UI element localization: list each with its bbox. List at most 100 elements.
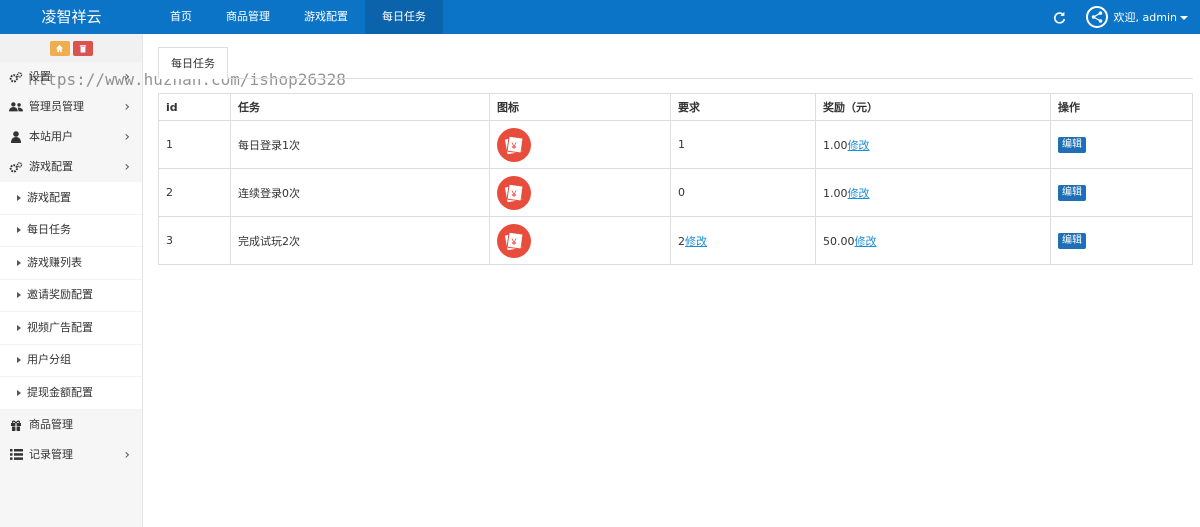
- svg-text:¥: ¥: [510, 141, 517, 151]
- cell-reward: 1.00修改: [815, 120, 1051, 169]
- svg-text:¥: ¥: [510, 189, 517, 199]
- sidebar-item-label: 本站用户: [29, 130, 73, 143]
- welcome-text: 欢迎, admin: [1113, 11, 1177, 24]
- users-icon: [9, 100, 23, 114]
- user-icon: [9, 130, 23, 144]
- sidebar-subitem-video-ads[interactable]: 视频广告配置: [0, 312, 142, 345]
- nav-products[interactable]: 商品管理: [209, 0, 287, 34]
- reward-value: 1.00: [823, 138, 848, 152]
- requirement-value: 0: [678, 186, 685, 199]
- cell-action: 编辑: [1050, 120, 1193, 169]
- tab-daily-tasks[interactable]: 每日任务: [158, 47, 228, 79]
- cell-task: 连续登录0次: [230, 168, 490, 217]
- header-action[interactable]: 操作: [1050, 93, 1193, 121]
- sidebar-item-records[interactable]: 记录管理 ›: [0, 440, 142, 470]
- chevron-right-icon: ›: [124, 129, 130, 145]
- header-task[interactable]: 任务: [230, 93, 490, 121]
- table-header-row: id 任务 图标 要求 奖励（元） 操作: [158, 93, 1193, 121]
- tasks-table: id 任务 图标 要求 奖励（元） 操作 1 每日登录1次 ¥ 1 1.00修改…: [158, 93, 1193, 265]
- sidebar-subitem-label: 游戏配置: [27, 190, 71, 204]
- home-button[interactable]: [49, 40, 70, 56]
- user-area: 欢迎, admin: [1052, 0, 1188, 34]
- sidebar-subitem-label: 每日任务: [27, 223, 71, 236]
- edit-requirement-link[interactable]: 修改: [685, 235, 707, 248]
- trash-icon: [79, 44, 86, 52]
- chevron-right-icon: ›: [124, 159, 130, 175]
- caret-right-icon: [17, 324, 21, 331]
- brand-logo[interactable]: 凌智祥云: [0, 0, 143, 34]
- sidebar-subitem-label: 视频广告配置: [27, 320, 93, 334]
- chevron-right-icon: ›: [124, 446, 130, 463]
- sidebar-toolbar: [0, 34, 142, 62]
- sidebar-subitem-user-groups[interactable]: 用户分组: [0, 344, 142, 377]
- sidebar-subitem-label: 提现金额配置: [27, 385, 93, 399]
- sidebar-item-site-users[interactable]: 本站用户 ›: [0, 122, 142, 152]
- edit-button[interactable]: 编辑: [1058, 184, 1086, 201]
- edit-reward-link[interactable]: 修改: [855, 235, 877, 248]
- red-envelope-icon: ¥: [497, 127, 531, 162]
- sidebar-subitem-game-earn-list[interactable]: 游戏赚列表: [0, 247, 142, 280]
- caret-right-icon: [17, 259, 21, 266]
- avatar[interactable]: [1085, 6, 1108, 28]
- cell-requirement: 1: [670, 120, 816, 169]
- edit-reward-link[interactable]: 修改: [848, 187, 870, 200]
- edit-button[interactable]: 编辑: [1058, 232, 1086, 249]
- caret-right-icon: [17, 357, 21, 364]
- sidebar-subitem-withdraw-amount[interactable]: 提现金额配置: [0, 377, 142, 410]
- nav-game-config[interactable]: 游戏配置: [287, 0, 365, 34]
- edit-reward-link[interactable]: 修改: [848, 139, 870, 152]
- svg-text:¥: ¥: [510, 237, 517, 247]
- chevron-right-icon: ›: [124, 99, 130, 115]
- sidebar-subitem-invite-reward[interactable]: 邀请奖励配置: [0, 279, 142, 312]
- cell-id: 2: [158, 168, 231, 217]
- list-icon: [9, 448, 23, 462]
- gears-icon: [9, 160, 23, 174]
- edit-button[interactable]: 编辑: [1058, 136, 1086, 153]
- cell-action: 编辑: [1050, 168, 1193, 217]
- reward-value: 50.00: [823, 234, 855, 248]
- refresh-icon[interactable]: [1052, 9, 1068, 25]
- red-envelope-icon: ¥: [497, 175, 531, 210]
- cell-task: 每日登录1次: [230, 120, 490, 169]
- home-icon: [55, 44, 64, 52]
- trash-button[interactable]: [72, 40, 93, 56]
- table-row: 2 连续登录0次 ¥ 0 1.00修改 编辑: [158, 168, 1193, 217]
- cell-task: 完成试玩2次: [230, 216, 490, 265]
- sidebar-item-products[interactable]: 商品管理: [0, 410, 142, 440]
- sidebar-subitem-game-config[interactable]: 游戏配置: [0, 182, 142, 215]
- sidebar: 设置 › 管理员管理 › 本站用户 › 游戏配置 › 游戏配置 每日任务 游戏赚…: [0, 34, 143, 527]
- cell-icon: ¥: [489, 168, 671, 217]
- table-row: 1 每日登录1次 ¥ 1 1.00修改 编辑: [158, 120, 1193, 169]
- caret-right-icon: [17, 227, 21, 234]
- sidebar-item-label: 管理员管理: [29, 100, 84, 113]
- sidebar-item-label: 记录管理: [29, 447, 73, 461]
- cell-requirement: 2修改: [670, 216, 816, 265]
- cell-id: 3: [158, 216, 231, 265]
- cell-reward: 1.00修改: [815, 168, 1051, 217]
- user-menu[interactable]: 欢迎, admin: [1114, 9, 1188, 25]
- gift-icon: [9, 418, 23, 432]
- caret-down-icon: [1180, 16, 1188, 20]
- cell-reward: 50.00修改: [815, 216, 1051, 265]
- header-reward[interactable]: 奖励（元）: [815, 93, 1051, 121]
- header-icon[interactable]: 图标: [489, 93, 671, 121]
- sidebar-subitem-daily-tasks[interactable]: 每日任务: [0, 214, 142, 247]
- sidebar-subitem-label: 用户分组: [27, 353, 71, 366]
- caret-right-icon: [17, 389, 21, 396]
- cell-icon: ¥: [489, 216, 671, 265]
- red-envelope-icon: ¥: [497, 223, 531, 258]
- header-id[interactable]: id: [158, 93, 231, 121]
- nav-daily-tasks[interactable]: 每日任务: [365, 0, 443, 34]
- sidebar-item-label: 商品管理: [29, 417, 73, 431]
- header-requirement[interactable]: 要求: [670, 93, 816, 121]
- top-bar: 凌智祥云 首页 商品管理 游戏配置 每日任务 欢迎, admin: [0, 0, 1200, 34]
- gears-icon: [9, 70, 23, 84]
- main-content: 每日任务 id 任务 图标 要求 奖励（元） 操作 1 每日登录1次 ¥ 1 1…: [143, 34, 1200, 527]
- sidebar-item-admins[interactable]: 管理员管理 ›: [0, 92, 142, 122]
- caret-right-icon: [17, 194, 21, 201]
- sidebar-item-game-config[interactable]: 游戏配置 ›: [0, 152, 142, 182]
- cell-requirement: 0: [670, 168, 816, 217]
- nav-home[interactable]: 首页: [153, 0, 209, 34]
- top-nav: 首页 商品管理 游戏配置 每日任务: [153, 0, 443, 34]
- tab-bar: 每日任务: [158, 47, 1193, 79]
